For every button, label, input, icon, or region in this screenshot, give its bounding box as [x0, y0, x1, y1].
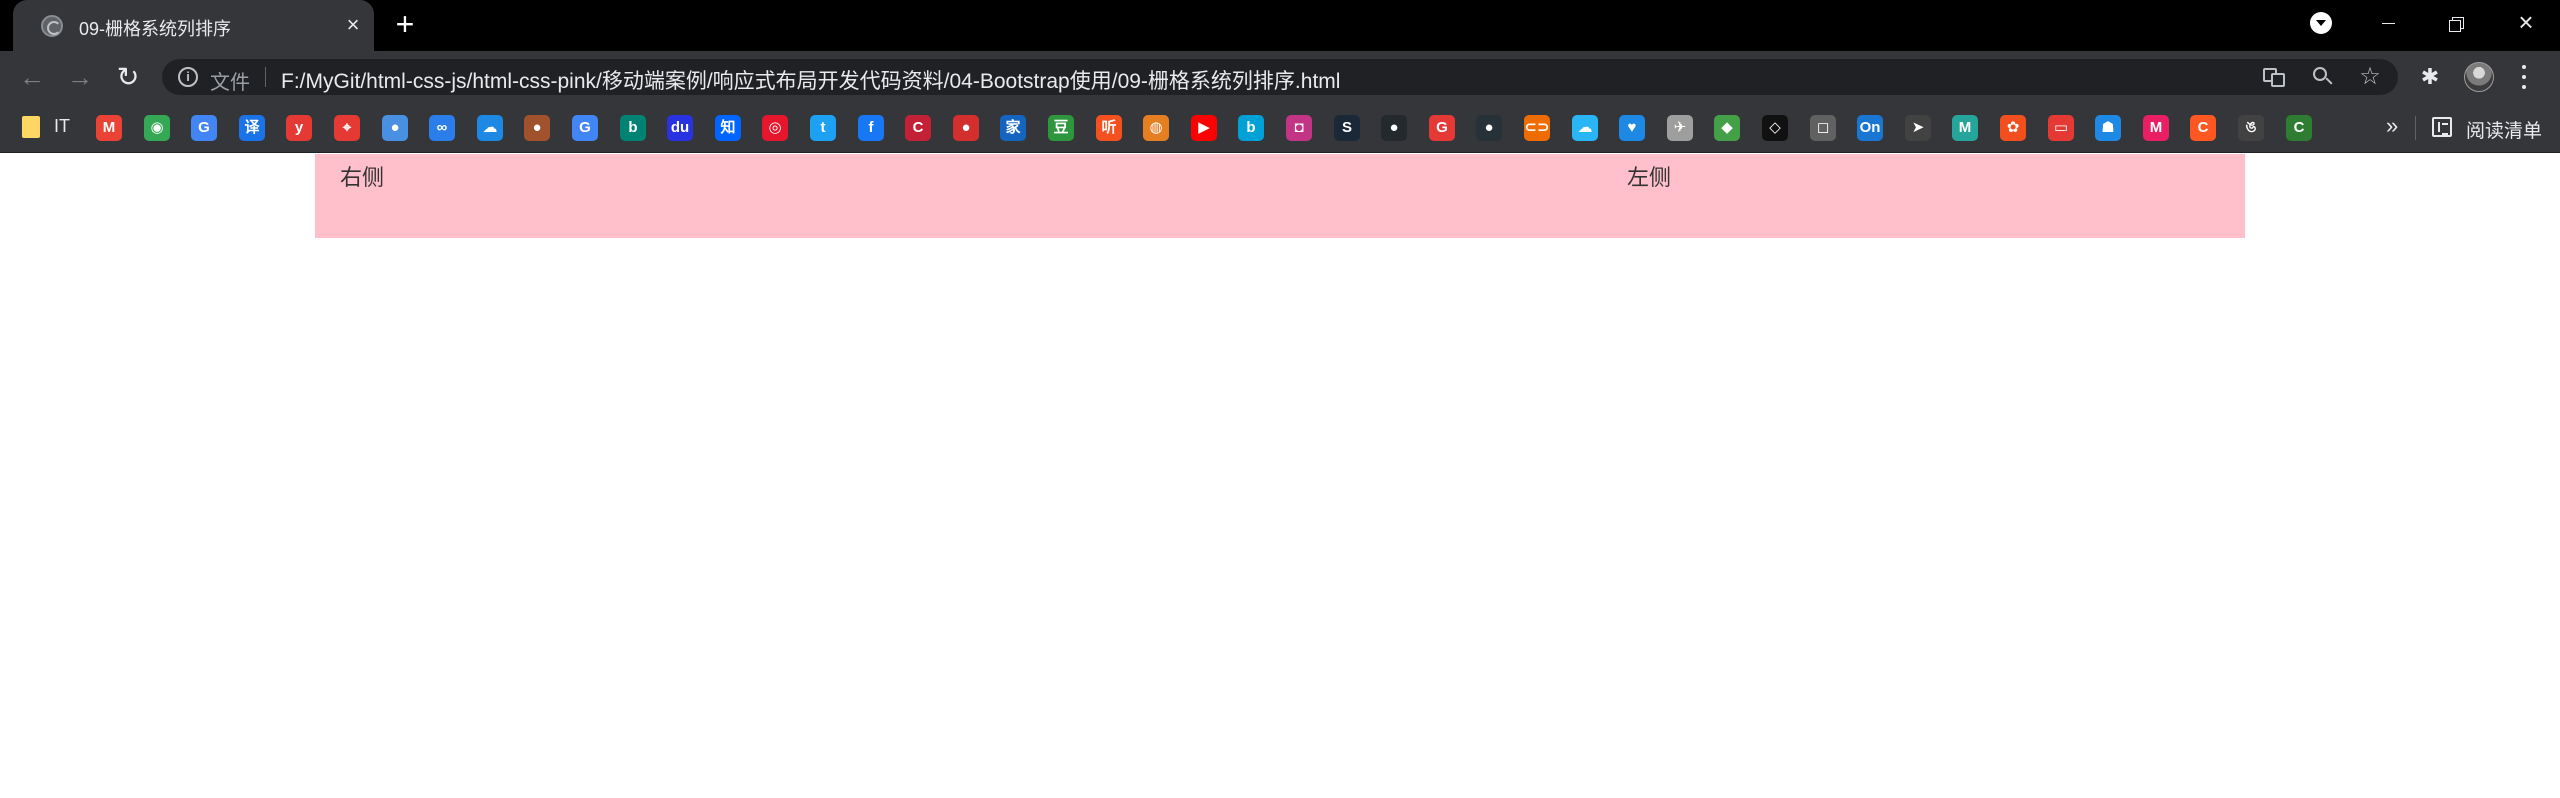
c-green-icon[interactable]: C: [2286, 115, 2312, 141]
column-right-label: 右侧: [340, 165, 385, 190]
minimize-button[interactable]: [2368, 4, 2408, 40]
script-icon[interactable]: ঙ: [2238, 115, 2264, 141]
cloud-outline-icon[interactable]: ☁: [1572, 115, 1598, 141]
ghost-icon[interactable]: ☗: [2095, 115, 2121, 141]
bilibili-icon[interactable]: b: [1238, 115, 1264, 141]
teal-bird-icon[interactable]: ♥: [1619, 115, 1645, 141]
active-tab[interactable]: 09-栅格系统列排序 ×: [13, 0, 374, 51]
divider: [265, 67, 266, 87]
tab-search-icon[interactable]: [2310, 12, 2332, 34]
zhihu-icon[interactable]: 知: [715, 115, 741, 141]
url-text[interactable]: F:/MyGit/html-css-js/html-css-pink/移动端案例…: [281, 65, 1340, 95]
weibo-icon[interactable]: ◎: [762, 115, 788, 141]
gmail-icon[interactable]: M: [96, 115, 122, 141]
tab-title: 09-栅格系统列排序: [79, 19, 232, 39]
twitter-icon[interactable]: t: [810, 115, 836, 141]
globe-favicon-icon: [41, 15, 63, 37]
bookmark-star-icon[interactable]: ☆: [2356, 63, 2384, 91]
kebab-menu-icon[interactable]: [2516, 63, 2532, 91]
bookmarks-bar: IT M ◉ G 译 y ⌖ ● ∞ ☁ ● Gb du 知 ◎ t f C ● 家豆听 ◍ ▶ b ◘ S ● G ● ⊂⊃ ☁ ♥ ✈ ◆…: [0, 103, 2560, 153]
reload-icon[interactable]: ↻: [112, 61, 144, 93]
g-red-icon[interactable]: G: [1429, 115, 1455, 141]
zoom-icon[interactable]: [2308, 63, 2336, 91]
baidu-netdisk-icon[interactable]: ∞: [429, 115, 455, 141]
bing-icon[interactable]: b: [620, 115, 646, 141]
white-arrow-icon[interactable]: ➤: [1905, 115, 1931, 141]
youtube-icon[interactable]: ▶: [1191, 115, 1217, 141]
facebook-icon[interactable]: f: [858, 115, 884, 141]
figma-icon[interactable]: ✿: [2000, 115, 2026, 141]
box-red-icon[interactable]: ▭: [2048, 115, 2074, 141]
bookmark-folder-it[interactable]: IT: [54, 116, 70, 137]
file-scheme-label: 文件: [210, 72, 250, 94]
baidu-icon[interactable]: du: [667, 115, 693, 141]
red-circle-icon[interactable]: ●: [953, 115, 979, 141]
ting-icon[interactable]: 听: [1096, 115, 1122, 141]
reading-list-label[interactable]: 阅读清单: [2466, 116, 2542, 143]
globe-icon[interactable]: ●: [382, 115, 408, 141]
instagram-icon[interactable]: ◘: [1286, 115, 1312, 141]
google-icon[interactable]: G: [572, 115, 598, 141]
c-orange-icon[interactable]: C: [2190, 115, 2216, 141]
cloud-icon[interactable]: ☁: [477, 115, 503, 141]
page-viewport: 右侧 左侧: [0, 154, 2560, 798]
m-green-icon[interactable]: M: [1952, 115, 1978, 141]
new-tab-button[interactable]: +: [390, 8, 420, 40]
translate-bookmark-icon[interactable]: G: [191, 115, 217, 141]
youdao-icon[interactable]: y: [286, 115, 312, 141]
rocket-icon[interactable]: ✈: [1667, 115, 1693, 141]
douban-icon[interactable]: 豆: [1048, 115, 1074, 141]
monkey-icon[interactable]: ◍: [1143, 115, 1169, 141]
reading-list-icon[interactable]: [2432, 117, 2452, 137]
ufo-icon[interactable]: ◆: [1714, 115, 1740, 141]
youdao-translate-icon[interactable]: 译: [239, 115, 265, 141]
translate-icon[interactable]: [2260, 63, 2288, 91]
csdn-icon[interactable]: C: [905, 115, 931, 141]
column-left-label: 左侧: [1627, 165, 1672, 190]
tab-strip: 09-栅格系统列排序 × + ×: [0, 0, 2560, 51]
back-arrow-icon[interactable]: ←: [16, 61, 48, 93]
browser-toolbar: ← → ↻ i 文件 F:/MyGit/html-css-js/html-css…: [0, 51, 2560, 103]
acorn-icon[interactable]: ●: [524, 115, 550, 141]
dark-circle-icon[interactable]: ●: [1476, 115, 1502, 141]
address-bar[interactable]: i 文件 F:/MyGit/html-css-js/html-css-pink/…: [162, 59, 2398, 95]
codepen-icon[interactable]: ◇: [1762, 115, 1788, 141]
cube-icon[interactable]: ◻: [1810, 115, 1836, 141]
steam-icon[interactable]: S: [1334, 115, 1360, 141]
maps-icon[interactable]: ⌖: [334, 115, 360, 141]
extensions-puzzle-icon[interactable]: ✱: [2416, 63, 2444, 91]
grid-row: 右侧 左侧: [315, 154, 2245, 238]
tab-close-icon[interactable]: ×: [341, 13, 365, 37]
divider: [2415, 116, 2416, 140]
restore-button[interactable]: [2436, 4, 2476, 40]
m-red-icon[interactable]: M: [2143, 115, 2169, 141]
folder-icon[interactable]: [22, 116, 40, 138]
info-icon[interactable]: i: [178, 67, 198, 87]
on-icon[interactable]: On: [1857, 115, 1883, 141]
github-icon[interactable]: ●: [1381, 115, 1407, 141]
link-icon[interactable]: ⊂⊃: [1524, 115, 1550, 141]
jia-icon[interactable]: 家: [1000, 115, 1026, 141]
close-window-button[interactable]: ×: [2506, 4, 2546, 40]
more-bookmarks-icon[interactable]: »: [2386, 113, 2398, 139]
profile-avatar[interactable]: [2464, 62, 2494, 92]
chrome-icon[interactable]: ◉: [144, 115, 170, 141]
forward-arrow-icon[interactable]: →: [64, 61, 96, 93]
